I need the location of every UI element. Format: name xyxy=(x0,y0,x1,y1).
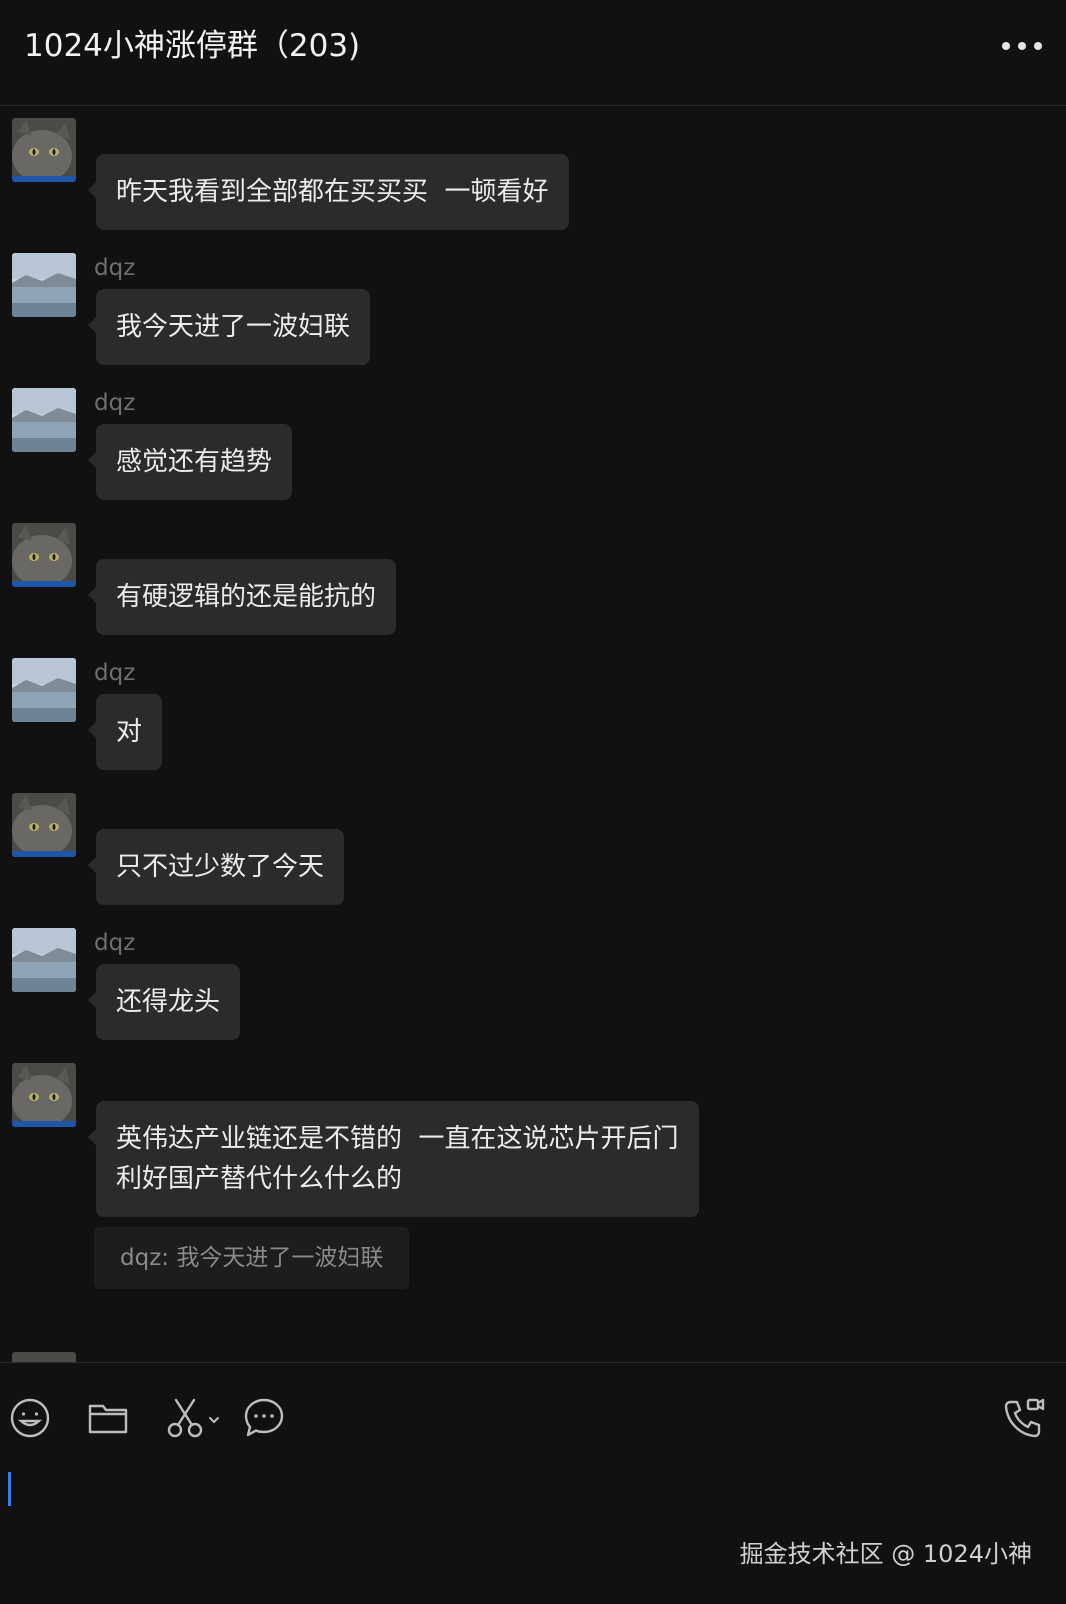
cat-avatar[interactable] xyxy=(12,523,76,587)
sea-avatar[interactable] xyxy=(12,253,76,317)
more-horizontal-icon xyxy=(1002,42,1010,50)
composer-divider xyxy=(0,1362,1066,1363)
sender-name: dqz xyxy=(94,660,136,686)
message-bubble[interactable]: 我今天进了一波妇联 xyxy=(87,289,371,365)
chat-title: 1024小神涨停群（203) xyxy=(24,28,361,64)
message-bubble[interactable]: 英伟达产业链还是不错的 一直在这说芯片开后门 利好国产替代什么什么的 xyxy=(88,1101,699,1217)
sea-avatar[interactable] xyxy=(12,388,76,452)
message-bubble[interactable]: 感觉还有趋势 xyxy=(87,424,293,500)
sender-name: dqz xyxy=(94,390,136,416)
cat-avatar[interactable] xyxy=(12,1063,76,1127)
message-bubble[interactable]: 还得龙头 xyxy=(87,964,241,1040)
more-options-button[interactable] xyxy=(1002,28,1042,64)
cat-avatar[interactable] xyxy=(12,793,76,857)
cat-avatar[interactable] xyxy=(12,1352,76,1362)
emoji-icon[interactable] xyxy=(8,1396,52,1440)
watermark: 掘金技术社区 @ 1024小神 xyxy=(739,1540,1032,1568)
phone-video-icon[interactable] xyxy=(1002,1396,1046,1440)
folder-icon[interactable] xyxy=(86,1396,130,1440)
text-cursor xyxy=(8,1472,11,1506)
sender-name: dqz xyxy=(94,255,136,281)
sender-name: dqz xyxy=(94,930,136,956)
scissors-icon[interactable] xyxy=(166,1396,226,1440)
quoted-reply[interactable]: dqz: 我今天进了一波妇联 xyxy=(94,1227,410,1289)
message-bubble[interactable]: 对 xyxy=(87,694,163,770)
sea-avatar[interactable] xyxy=(12,658,76,722)
sea-avatar[interactable] xyxy=(12,928,76,992)
cat-avatar[interactable] xyxy=(12,118,76,182)
chat-header: 1024小神涨停群（203) xyxy=(0,0,1066,106)
message-list[interactable]: 昨天我看到全部都在买买买 一顿看好 dqz 我今天进了一波妇联 dqz 感觉还有… xyxy=(0,106,1066,1362)
message-bubble[interactable]: 有硬逻辑的还是能抗的 xyxy=(87,559,397,635)
message-bubble[interactable]: 只不过少数了今天 xyxy=(87,829,345,905)
chat-bubble-icon[interactable] xyxy=(242,1396,286,1440)
message-bubble[interactable]: 昨天我看到全部都在买买买 一顿看好 xyxy=(88,154,569,230)
